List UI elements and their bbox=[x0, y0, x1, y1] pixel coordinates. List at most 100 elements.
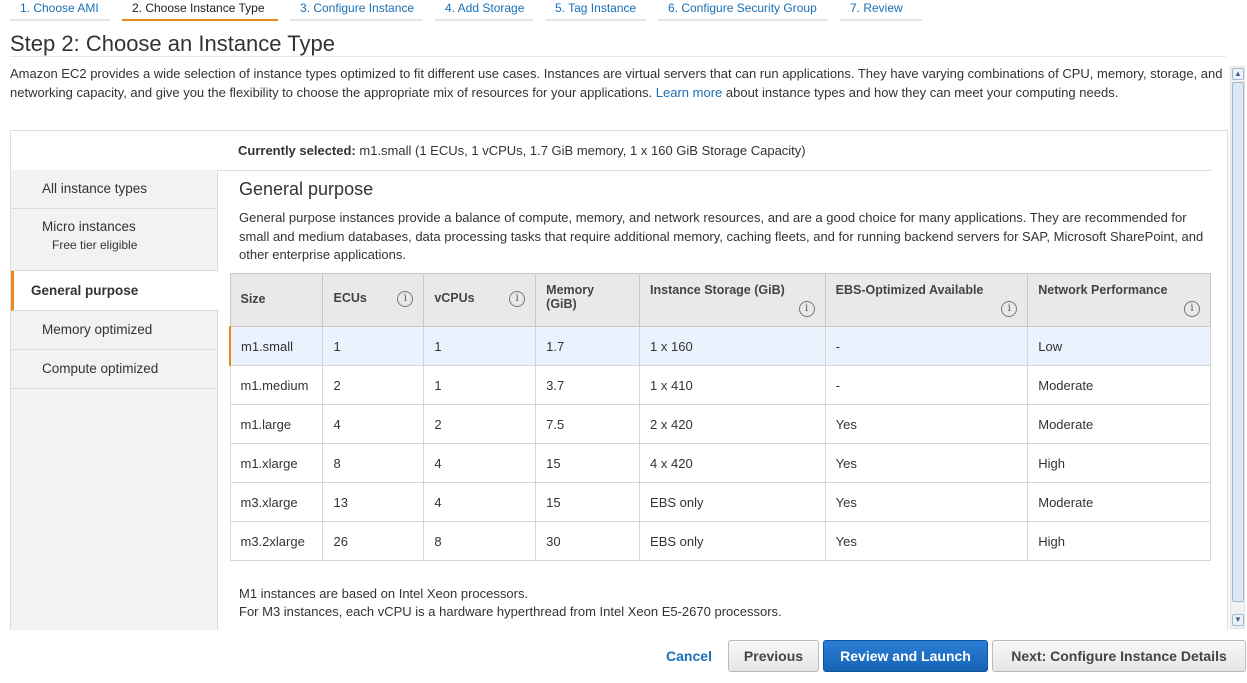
column-header-label: Instance Storage (GiB) bbox=[650, 283, 785, 297]
cell-ebs: Yes bbox=[824, 521, 1029, 561]
column-header-size[interactable]: Size bbox=[229, 273, 324, 327]
step-tab-review[interactable]: 7. Review bbox=[840, 0, 922, 21]
cell-vcpus: 4 bbox=[423, 482, 537, 522]
cell-storage: EBS only bbox=[639, 482, 826, 522]
intro-text: Amazon EC2 provides a wide selection of … bbox=[10, 65, 1226, 102]
info-icon[interactable]: i bbox=[1184, 301, 1200, 317]
currently-selected-value: m1.small (1 ECUs, 1 vCPUs, 1.7 GiB memor… bbox=[359, 143, 806, 158]
cell-size: m3.2xlarge bbox=[229, 521, 324, 561]
cell-size: m1.large bbox=[229, 404, 324, 444]
cell-ecus: 26 bbox=[322, 521, 425, 561]
table-row[interactable]: m1.small 1 1 1.7 1 x 160 - Low bbox=[229, 326, 1211, 366]
cell-memory: 15 bbox=[535, 482, 641, 522]
table-row[interactable]: m3.2xlarge 26 8 30 EBS only Yes High bbox=[229, 521, 1211, 561]
cell-network: High bbox=[1027, 521, 1211, 561]
sidebar-item-compute-optimized[interactable]: Compute optimized bbox=[11, 350, 218, 389]
cell-memory: 30 bbox=[535, 521, 641, 561]
cell-size: m3.xlarge bbox=[229, 482, 324, 522]
column-header-memory[interactable]: Memory (GiB) bbox=[535, 273, 641, 327]
sidebar-item-all-instance-types[interactable]: All instance types bbox=[11, 170, 218, 209]
cell-storage: 1 x 410 bbox=[639, 365, 826, 405]
column-header-ecus[interactable]: ECUs i bbox=[322, 273, 425, 327]
column-header-sublabel: (GiB) bbox=[546, 297, 577, 311]
section-heading: General purpose bbox=[239, 179, 374, 199]
cell-storage: EBS only bbox=[639, 521, 826, 561]
cell-vcpus: 1 bbox=[423, 326, 537, 366]
cell-memory: 7.5 bbox=[535, 404, 641, 444]
sidebar-item-general-purpose[interactable]: General purpose bbox=[11, 271, 219, 311]
column-header-vcpus[interactable]: vCPUs i bbox=[423, 273, 537, 327]
cell-size: m1.medium bbox=[229, 365, 324, 405]
note-m3: For M3 instances, each vCPU is a hardwar… bbox=[239, 604, 782, 619]
cell-ecus: 2 bbox=[322, 365, 425, 405]
sidebar-item-memory-optimized[interactable]: Memory optimized bbox=[11, 311, 218, 350]
previous-button[interactable]: Previous bbox=[728, 640, 819, 672]
note-m1: M1 instances are based on Intel Xeon pro… bbox=[239, 586, 529, 601]
step-tab-add-storage[interactable]: 4. Add Storage bbox=[435, 0, 533, 21]
cell-memory: 3.7 bbox=[535, 365, 641, 405]
column-header-ebs-optimized[interactable]: EBS-Optimized Available i bbox=[824, 273, 1029, 327]
step-tab-configure-security-group[interactable]: 6. Configure Security Group bbox=[658, 0, 828, 21]
main-top-divider bbox=[218, 170, 1211, 171]
instance-family-sidebar: All instance types Micro instances Free … bbox=[11, 170, 219, 630]
cell-network: High bbox=[1027, 443, 1211, 483]
scrollbar-thumb[interactable] bbox=[1232, 82, 1244, 602]
title-divider bbox=[10, 56, 1226, 57]
cell-network: Low bbox=[1027, 326, 1211, 366]
step-tab-choose-ami[interactable]: 1. Choose AMI bbox=[10, 0, 110, 21]
column-header-label: Network Performance bbox=[1038, 283, 1168, 297]
info-icon[interactable]: i bbox=[798, 301, 815, 317]
table-row[interactable]: m3.xlarge 13 4 15 EBS only Yes Moderate bbox=[229, 482, 1211, 522]
column-header-label: ECUs bbox=[333, 291, 367, 305]
column-header-label: vCPUs bbox=[434, 291, 475, 305]
cell-ecus: 13 bbox=[322, 482, 425, 522]
section-description: General purpose instances provide a bala… bbox=[239, 210, 1204, 262]
scroll-up-icon[interactable]: ▲ bbox=[1232, 68, 1244, 80]
cell-vcpus: 8 bbox=[423, 521, 537, 561]
cell-memory: 1.7 bbox=[535, 326, 641, 366]
column-header-network-performance[interactable]: Network Performance i bbox=[1027, 273, 1211, 327]
table-row[interactable]: m1.xlarge 8 4 15 4 x 420 Yes High bbox=[229, 443, 1211, 483]
scroll-down-icon[interactable]: ▼ bbox=[1232, 614, 1244, 626]
page-title: Step 2: Choose an Instance Type bbox=[10, 31, 335, 56]
learn-more-link[interactable]: Learn more bbox=[656, 85, 722, 100]
column-header-instance-storage[interactable]: Instance Storage (GiB) i bbox=[639, 273, 826, 327]
currently-selected-label: Currently selected: bbox=[238, 143, 356, 158]
cell-ebs: Yes bbox=[824, 443, 1029, 483]
column-header-label: Size bbox=[240, 292, 266, 306]
sidebar-item-label: General purpose bbox=[31, 283, 139, 298]
cell-ecus: 8 bbox=[322, 443, 425, 483]
cell-vcpus: 1 bbox=[423, 365, 537, 405]
step-tab-tag-instance[interactable]: 5. Tag Instance bbox=[545, 0, 646, 21]
currently-selected: Currently selected: m1.small (1 ECUs, 1 … bbox=[238, 143, 806, 158]
info-icon[interactable]: i bbox=[397, 291, 414, 307]
sidebar-item-label: Memory optimized bbox=[42, 322, 153, 337]
cell-ebs: Yes bbox=[824, 404, 1029, 444]
wizard-steps: 1. Choose AMI 2. Choose Instance Type 3.… bbox=[10, 0, 934, 22]
cell-ebs: - bbox=[824, 365, 1029, 405]
sidebar-item-label: All instance types bbox=[42, 181, 148, 196]
cell-size: m1.small bbox=[229, 326, 324, 366]
vertical-scrollbar[interactable]: ▲ ▼ bbox=[1230, 66, 1245, 629]
cancel-link[interactable]: Cancel bbox=[666, 648, 712, 664]
cell-memory: 15 bbox=[535, 443, 641, 483]
step-tab-choose-instance-type[interactable]: 2. Choose Instance Type bbox=[122, 0, 278, 21]
sidebar-item-micro-instances[interactable]: Micro instances Free tier eligible bbox=[11, 209, 218, 271]
cell-ecus: 4 bbox=[322, 404, 425, 444]
info-icon[interactable]: i bbox=[509, 291, 526, 307]
cell-ecus: 1 bbox=[322, 326, 425, 366]
cell-ebs: - bbox=[824, 326, 1029, 366]
cell-storage: 4 x 420 bbox=[639, 443, 826, 483]
processor-notes: M1 instances are based on Intel Xeon pro… bbox=[239, 585, 782, 621]
info-icon[interactable]: i bbox=[1001, 301, 1018, 317]
step-tab-configure-instance[interactable]: 3. Configure Instance bbox=[290, 0, 423, 21]
table-header-row: Size ECUs i vCPUs i Memory (GiB) Instanc… bbox=[229, 273, 1211, 327]
cell-storage: 1 x 160 bbox=[639, 326, 826, 366]
cell-vcpus: 2 bbox=[423, 404, 537, 444]
cell-network: Moderate bbox=[1027, 365, 1211, 405]
review-and-launch-button[interactable]: Review and Launch bbox=[823, 640, 988, 672]
table-row[interactable]: m1.large 4 2 7.5 2 x 420 Yes Moderate bbox=[229, 404, 1211, 444]
next-configure-instance-details-button[interactable]: Next: Configure Instance Details bbox=[992, 640, 1246, 672]
sidebar-item-label: Micro instances bbox=[42, 219, 136, 234]
table-row[interactable]: m1.medium 2 1 3.7 1 x 410 - Moderate bbox=[229, 365, 1211, 405]
